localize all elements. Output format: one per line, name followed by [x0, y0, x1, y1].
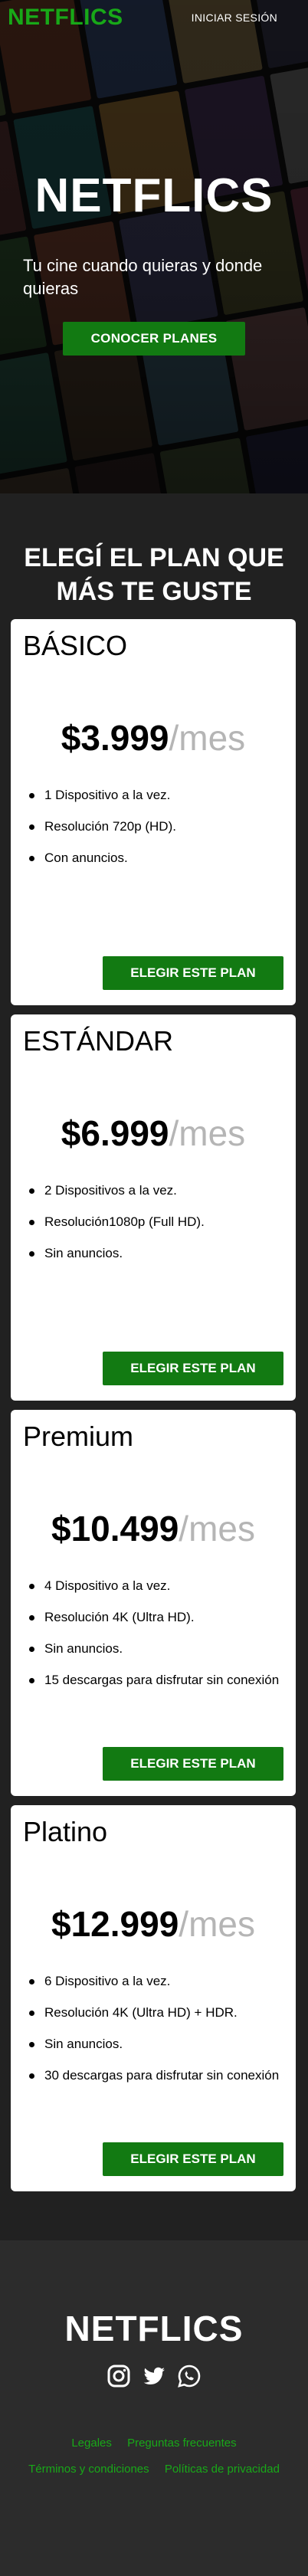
feature-item: 2 Dispositivos a la vez. [29, 1183, 296, 1198]
price-amount: $10.499 [51, 1509, 179, 1549]
hero-subtitle: Tu cine cuando quieras y donde quieras [23, 256, 263, 298]
plan-name: Premium [23, 1421, 134, 1452]
hero-content: NETFLICS Tu cine cuando quieras y donde … [0, 0, 308, 493]
feature-item: 15 descargas para disfrutar sin conexión [29, 1673, 296, 1688]
price-amount: $3.999 [61, 718, 169, 758]
feature-list: 1 Dispositivo a la vez. Resolución 720p … [11, 788, 296, 882]
feature-item: 4 Dispositivo a la vez. [29, 1578, 296, 1594]
feature-item: Sin anuncios. [29, 1641, 296, 1657]
plan-name: Platino [23, 1816, 108, 1847]
feature-item: 1 Dispositivo a la vez. [29, 788, 296, 803]
instagram-icon[interactable] [106, 2363, 132, 2389]
whatsapp-icon[interactable] [176, 2363, 202, 2389]
plan-card-basico: BÁSICO $3.999/mes 1 Dispositivo a la vez… [11, 619, 296, 1005]
privacy-link[interactable]: Políticas de privacidad [165, 2463, 280, 2476]
feature-item: 30 descargas para disfrutar sin conexión [29, 2068, 296, 2083]
feature-list: 2 Dispositivos a la vez. Resolución1080p… [11, 1183, 296, 1277]
plan-card-platino: Platino $12.999/mes 6 Dispositivo a la v… [11, 1805, 296, 2191]
feature-item: Resolución 720p (HD). [29, 819, 296, 834]
faq-link[interactable]: Preguntas frecuentes [127, 2437, 237, 2450]
feature-item: Resolución 4K (Ultra HD). [29, 1610, 296, 1625]
feature-item: Sin anuncios. [29, 1246, 296, 1261]
feature-item: Resolución1080p (Full HD). [29, 1214, 296, 1230]
plan-card-premium: Premium $10.499/mes 4 Dispositivo a la v… [11, 1410, 296, 1796]
top-header: NETFLICS INICIAR SESIÓN [0, 0, 308, 35]
feature-item: Sin anuncios. [29, 2037, 296, 2052]
footer-logo: NETFLICS [64, 2309, 244, 2348]
social-links [0, 2363, 308, 2389]
feature-item: Con anuncios. [29, 850, 296, 866]
plan-name: ESTÁNDAR [23, 1025, 174, 1057]
footer-links-row-2: Términos y condiciones Políticas de priv… [0, 2463, 308, 2476]
plan-name: BÁSICO [23, 630, 128, 661]
terms-link[interactable]: Términos y condiciones [28, 2463, 149, 2476]
choose-plan-button[interactable]: ELEGIR ESTE PLAN [103, 1747, 283, 1781]
price-period: /mes [179, 1509, 255, 1549]
login-link[interactable]: INICIAR SESIÓN [192, 11, 277, 24]
feature-list: 6 Dispositivo a la vez. Resolución 4K (U… [11, 1974, 296, 2099]
choose-plan-button[interactable]: ELEGIR ESTE PLAN [103, 956, 283, 990]
choose-plan-button[interactable]: ELEGIR ESTE PLAN [103, 1352, 283, 1385]
twitter-icon[interactable] [141, 2363, 167, 2389]
price-amount: $12.999 [51, 1904, 179, 1944]
price-period: /mes [179, 1904, 255, 1944]
legal-link[interactable]: Legales [71, 2437, 112, 2450]
price-period: /mes [169, 1113, 246, 1153]
plan-price: $10.499/mes [11, 1508, 296, 1549]
plan-price: $3.999/mes [11, 717, 296, 759]
feature-list: 4 Dispositivo a la vez. Resolución 4K (U… [11, 1578, 296, 1704]
plans-title: ELEGÍ EL PLAN QUE MÁS TE GUSTE [24, 543, 284, 606]
plan-price: $6.999/mes [11, 1113, 296, 1154]
footer-links-row-1: Legales Preguntas frecuentes [0, 2437, 308, 2450]
header-logo[interactable]: NETFLICS [8, 6, 123, 29]
hero-title: NETFLICS [34, 169, 274, 222]
footer: NETFLICS Legales Preguntas frecuentes Té… [0, 2240, 308, 2576]
price-amount: $6.999 [61, 1113, 169, 1153]
view-plans-button[interactable]: CONOCER PLANES [63, 322, 245, 356]
plan-price: $12.999/mes [11, 1903, 296, 1945]
feature-item: 6 Dispositivo a la vez. [29, 1974, 296, 1989]
price-period: /mes [169, 718, 246, 758]
feature-item: Resolución 4K (Ultra HD) + HDR. [29, 2005, 296, 2020]
plan-card-estandar: ESTÁNDAR $6.999/mes 2 Dispositivos a la … [11, 1014, 296, 1401]
choose-plan-button[interactable]: ELEGIR ESTE PLAN [103, 2142, 283, 2176]
